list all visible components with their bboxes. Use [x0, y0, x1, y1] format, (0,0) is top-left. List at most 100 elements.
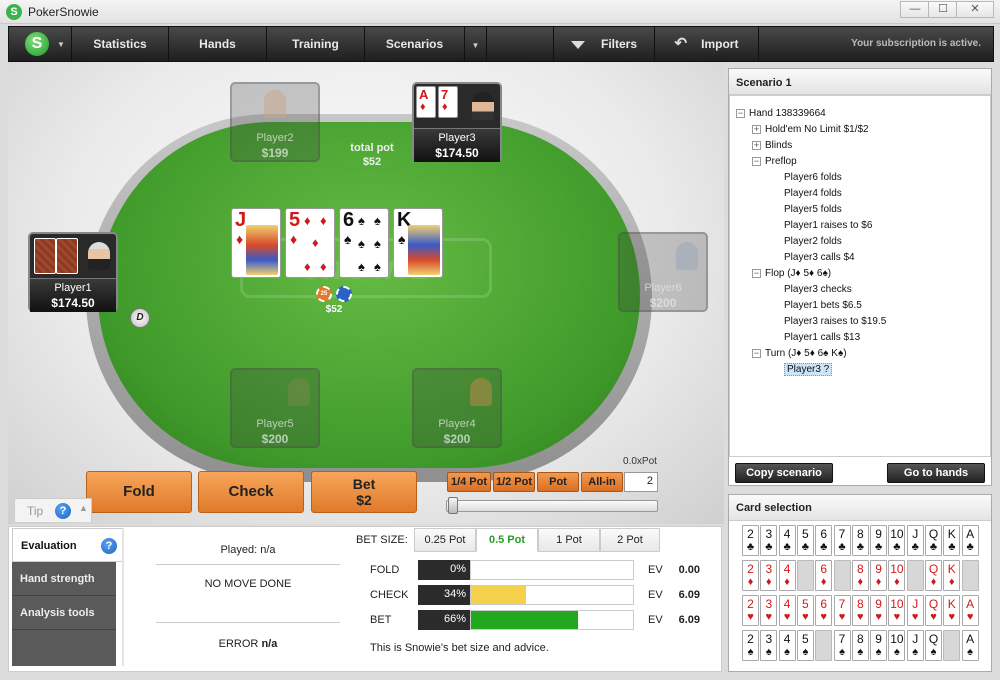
all-in-button[interactable]: All-in	[581, 472, 623, 492]
quarter-pot-button[interactable]: 1/4 Pot	[447, 472, 491, 492]
fold-button[interactable]: Fold	[86, 471, 192, 513]
snowie-logo-icon[interactable]: S	[25, 32, 49, 56]
card-select-button[interactable]: 7 ♣	[833, 525, 851, 556]
close-button[interactable]: ✕	[956, 1, 994, 18]
bet-size-tab-double[interactable]: 2 Pot	[600, 528, 660, 552]
bet-size-tab-half[interactable]: 0.5 Pot	[476, 528, 538, 552]
tree-node[interactable]: Player2 folds	[736, 234, 986, 250]
card-select-button[interactable]: 5 ♣	[796, 525, 814, 556]
card-select-button[interactable]: J ♠	[906, 630, 924, 661]
bet-slider-track[interactable]	[446, 500, 658, 512]
go-to-hands-button[interactable]: Go to hands	[887, 463, 985, 483]
nav-statistics[interactable]: Statistics	[71, 27, 169, 61]
card-select-button[interactable]: 8 ♣	[851, 525, 869, 556]
tree-node[interactable]: + Hold'em No Limit $1/$2	[736, 122, 986, 138]
card-select-button[interactable]: 9 ♦	[870, 560, 888, 591]
card-select-button[interactable]: 8 ♠	[851, 630, 869, 661]
card-select-button[interactable]: 3 ♥	[760, 595, 778, 626]
card-select-button[interactable]: A ♥	[961, 595, 979, 626]
nav-scenarios[interactable]: Scenarios	[365, 27, 465, 61]
chevron-up-icon[interactable]: ▲	[79, 503, 88, 513]
card-select-button[interactable]: 6 ♣	[815, 525, 833, 556]
tree-node-selected[interactable]: Player3 ?	[736, 362, 986, 378]
pot-button[interactable]: Pot	[537, 472, 579, 492]
half-pot-button[interactable]: 1/2 Pot	[493, 472, 535, 492]
collapse-icon[interactable]: −	[752, 348, 761, 358]
collapse-icon[interactable]: −	[736, 108, 745, 118]
bet-amount-input[interactable]: 2	[624, 472, 658, 492]
tree-node[interactable]: Player6 folds	[736, 170, 986, 186]
card-select-button[interactable]: Q ♠	[925, 630, 942, 661]
card-select-button[interactable]: 6 ♦	[815, 560, 833, 591]
card-select-button[interactable]: 3 ♦	[760, 560, 778, 591]
card-select-button[interactable]: K ♦	[943, 560, 961, 591]
card-select-button[interactable]: 2 ♦	[742, 560, 759, 591]
tree-node[interactable]: Player3 calls $4	[736, 250, 986, 266]
card-select-button[interactable]: 7 ♠	[833, 630, 851, 661]
card-select-button[interactable]: 2 ♣	[742, 525, 759, 556]
tab-hand-strength[interactable]: Hand strength	[12, 562, 116, 596]
maximize-button[interactable]: ☐	[928, 1, 958, 18]
tab-analysis-tools[interactable]: Analysis tools	[12, 596, 116, 630]
card-select-button[interactable]: 6 ♥	[815, 595, 833, 626]
card-select-button[interactable]: 7 ♥	[833, 595, 851, 626]
nav-training[interactable]: Training	[267, 27, 365, 61]
tree-node[interactable]: Player1 calls $13	[736, 330, 986, 346]
card-select-button[interactable]: 5 ♠	[796, 630, 814, 661]
copy-scenario-button[interactable]: Copy scenario	[735, 463, 833, 483]
card-select-button[interactable]: Q ♥	[925, 595, 942, 626]
card-select-button[interactable]: 4 ♠	[778, 630, 796, 661]
card-select-button[interactable]: 10 ♣	[888, 525, 906, 556]
tree-node[interactable]: − Preflop	[736, 154, 986, 170]
tree-node[interactable]: + Blinds	[736, 138, 986, 154]
tip-tab[interactable]: Tip ? ▲	[14, 498, 92, 522]
nav-hands[interactable]: Hands	[169, 27, 267, 61]
logo-menu-chevron-icon[interactable]: ▼	[57, 40, 65, 49]
card-select-button[interactable]: K ♣	[943, 525, 961, 556]
card-select-button[interactable]: A ♣	[961, 525, 979, 556]
card-select-button[interactable]: 9 ♠	[870, 630, 888, 661]
collapse-icon[interactable]: −	[752, 268, 761, 278]
expand-icon[interactable]: +	[752, 140, 761, 150]
tree-node[interactable]: Player1 raises to $6	[736, 218, 986, 234]
tree-node[interactable]: Player3 raises to $19.5	[736, 314, 986, 330]
help-icon[interactable]: ?	[101, 538, 117, 554]
card-select-button[interactable]: J ♣	[906, 525, 924, 556]
minimize-button[interactable]: —	[900, 1, 930, 18]
card-select-button[interactable]: A ♠	[961, 630, 979, 661]
card-select-button[interactable]: 9 ♣	[870, 525, 888, 556]
card-select-button[interactable]: 3 ♣	[760, 525, 778, 556]
help-icon[interactable]: ?	[55, 503, 71, 519]
tree-node[interactable]: − Hand 138339664	[736, 106, 986, 122]
card-select-button[interactable]: 4 ♦	[778, 560, 796, 591]
card-select-button[interactable]: 10 ♥	[888, 595, 906, 626]
scenarios-chevron-icon[interactable]: ▼	[465, 27, 487, 61]
card-select-button[interactable]: 4 ♣	[778, 525, 796, 556]
card-select-button[interactable]: 8 ♦	[851, 560, 869, 591]
card-select-button[interactable]: 2 ♥	[742, 595, 759, 626]
bet-button[interactable]: Bet $2	[311, 471, 417, 513]
expand-icon[interactable]: +	[752, 124, 761, 134]
card-select-button[interactable]: K ♥	[943, 595, 961, 626]
bet-size-tab-pot[interactable]: 1 Pot	[538, 528, 600, 552]
tab-evaluation[interactable]: Evaluation ?	[12, 528, 124, 562]
bet-size-tab-quarter[interactable]: 0.25 Pot	[414, 528, 476, 552]
card-select-button[interactable]: 4 ♥	[778, 595, 796, 626]
check-button[interactable]: Check	[198, 471, 304, 513]
nav-import[interactable]: ↶ Import	[655, 27, 759, 61]
nav-filters[interactable]: Filters	[553, 27, 655, 61]
tree-node[interactable]: − Turn (J♦ 5♦ 6♠ K♠)	[736, 346, 986, 362]
tree-node[interactable]: Player3 checks	[736, 282, 986, 298]
tree-node[interactable]: − Flop (J♦ 5♦ 6♠)	[736, 266, 986, 282]
collapse-icon[interactable]: −	[752, 156, 761, 166]
tree-node[interactable]: Player4 folds	[736, 186, 986, 202]
tree-node[interactable]: Player1 bets $6.5	[736, 298, 986, 314]
card-select-button[interactable]: Q ♦	[925, 560, 942, 591]
card-select-button[interactable]: 9 ♥	[870, 595, 888, 626]
card-select-button[interactable]: 8 ♥	[851, 595, 869, 626]
card-select-button[interactable]: 10 ♦	[888, 560, 906, 591]
card-select-button[interactable]: 10 ♠	[888, 630, 906, 661]
card-select-button[interactable]: Q ♣	[925, 525, 942, 556]
card-select-button[interactable]: 2 ♠	[742, 630, 759, 661]
bet-slider-thumb[interactable]	[448, 497, 458, 514]
